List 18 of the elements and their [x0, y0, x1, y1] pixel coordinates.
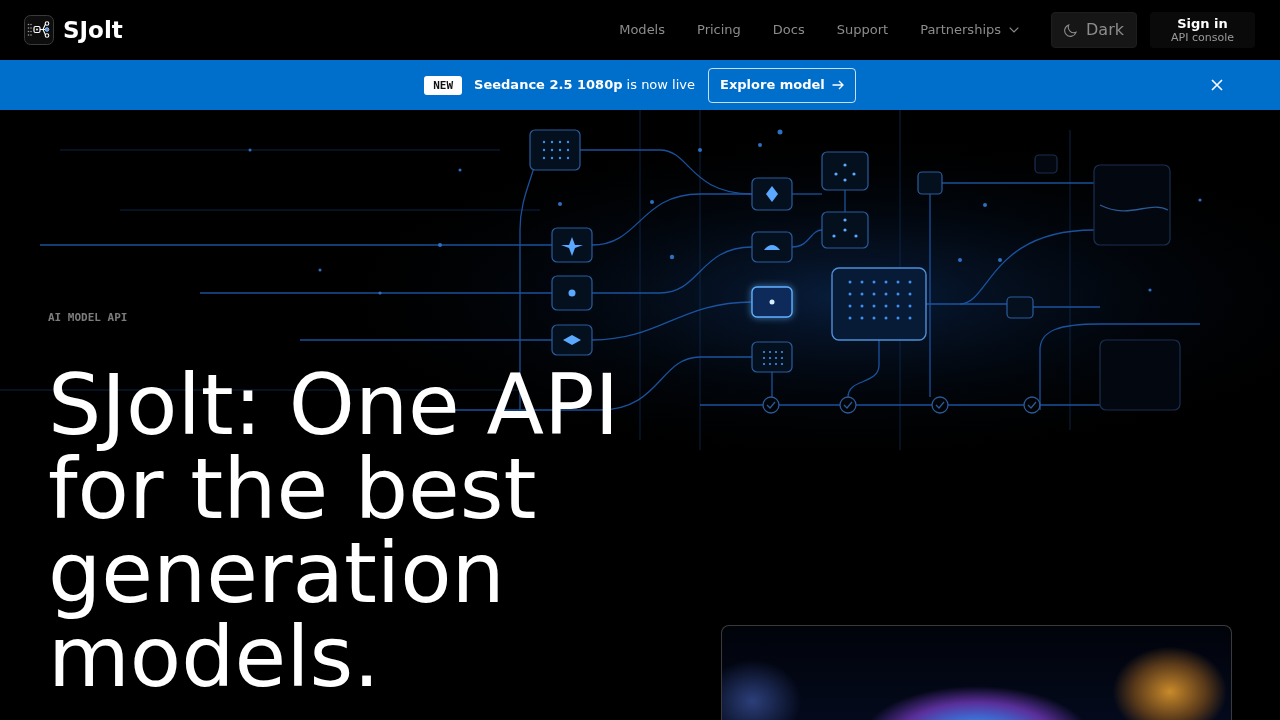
arrow-right-icon — [831, 80, 844, 90]
hero-heading: SJolt: One API for the best generation models. — [48, 363, 621, 699]
sign-in-button[interactable]: Sign in API console — [1150, 12, 1255, 48]
chevron-down-icon — [1009, 27, 1020, 33]
announcement-text: Seedance 2.5 1080p is now live — [474, 76, 695, 95]
nav-link[interactable]: Models — [619, 22, 665, 38]
nav-link[interactable]: Pricing — [697, 22, 741, 38]
moon-icon — [1064, 23, 1078, 37]
brand-link[interactable]: SJolt — [24, 15, 123, 45]
logo-icon — [24, 15, 54, 45]
nav-link[interactable]: Support — [836, 22, 889, 38]
theme-toggle-button[interactable]: Dark — [1051, 12, 1137, 48]
nav-dropdown[interactable]: Partnerships — [920, 22, 1020, 38]
close-icon — [1211, 79, 1223, 91]
nav-link[interactable]: Docs — [772, 22, 805, 38]
explore-model-button[interactable]: Explore model — [708, 67, 856, 103]
new-badge: NEW — [424, 75, 463, 95]
eyebrow-label: AI MODEL API — [48, 310, 129, 326]
